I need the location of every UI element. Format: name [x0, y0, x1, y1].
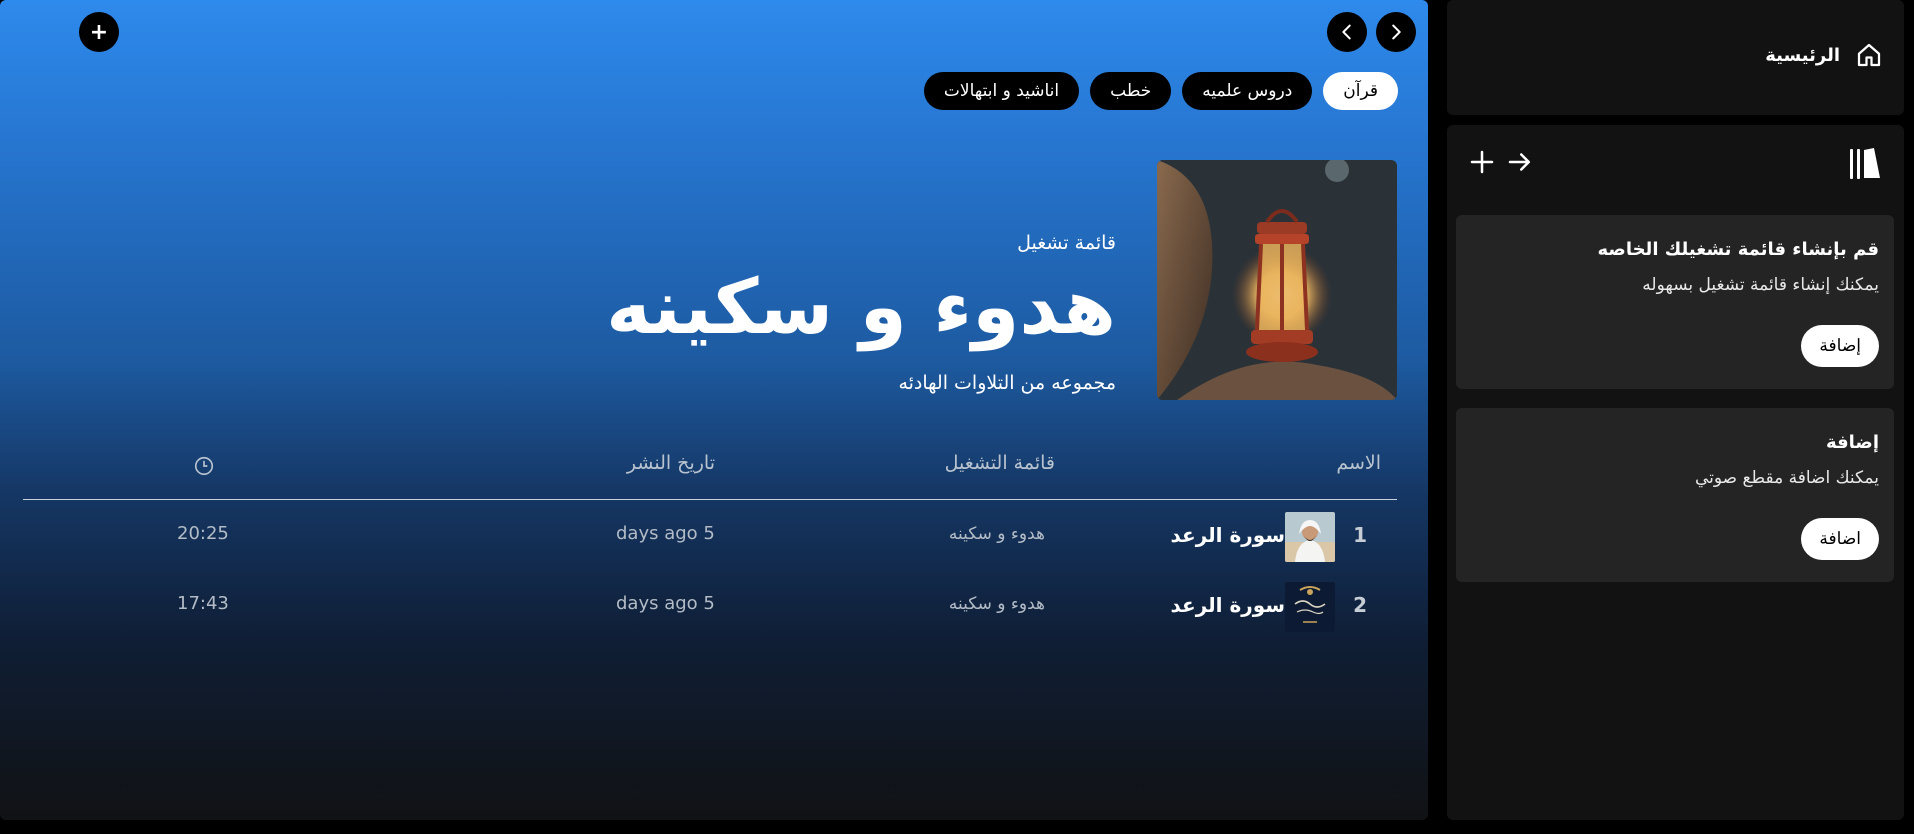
track-title: سورة الرعد [1170, 523, 1285, 547]
add-audio-card: إضافة يمكنك اضافة مقطع صوتي اضافة [1456, 408, 1894, 582]
column-header-duration [193, 455, 215, 482]
sidebar-nav: الرئيسية [1447, 0, 1904, 115]
create-playlist-card: قم بإنشاء قائمة تشغيلك الخاصه يمكنك إنشا… [1456, 215, 1894, 389]
back-button[interactable] [1327, 12, 1367, 52]
track-duration: 20:25 [177, 523, 229, 544]
plus-icon[interactable] [1467, 147, 1497, 177]
sidebar-item-home[interactable]: الرئيسية [1765, 40, 1884, 70]
track-number: 1 [1353, 523, 1367, 547]
card-subtitle: يمكنك اضافة مقطع صوتي [1694, 468, 1879, 488]
home-icon [1857, 43, 1881, 67]
track-duration: 17:43 [177, 593, 229, 614]
category-chips: قرآن دروس علميه خطب اناشيد و ابتهالات [923, 72, 1398, 110]
playlist-description: مجموعه من التلاوات الهادئه [898, 372, 1116, 394]
column-header-name: الاسم [1336, 452, 1381, 474]
track-playlist: هدوء و سكينه [948, 594, 1045, 614]
track-date: days ago 5 [616, 593, 715, 614]
create-playlist-button[interactable]: إضافة [1801, 325, 1879, 367]
sidebar-library: قم بإنشاء قائمة تشغيلك الخاصه يمكنك إنشا… [1447, 125, 1904, 820]
card-title: إضافة [1825, 432, 1879, 453]
track-title: سورة الرعد [1170, 593, 1285, 617]
column-header-playlist: قائمة التشغيل [944, 452, 1055, 474]
track-row[interactable]: 1 سورة الرعد هدوء و سكينه days ago 5 20:… [23, 508, 1397, 568]
card-subtitle: يمكنك إنشاء قائمة تشغيل بسهوله [1642, 275, 1879, 295]
table-header-divider [23, 499, 1397, 500]
home-label: الرئيسية [1765, 44, 1840, 66]
chip-nasheeds[interactable]: اناشيد و ابتهالات [923, 72, 1080, 110]
chip-sermons[interactable]: خطب [1090, 72, 1172, 110]
playlist-type-label: قائمة تشغيل [1017, 232, 1116, 254]
add-audio-button[interactable]: اضافة [1801, 518, 1879, 560]
clock-icon [194, 456, 214, 476]
chevron-left-icon [1342, 24, 1351, 40]
chip-quran[interactable]: قرآن [1323, 72, 1398, 110]
track-number: 2 [1353, 593, 1367, 617]
column-header-date: تاريخ النشر [626, 452, 715, 474]
track-playlist: هدوء و سكينه [948, 524, 1045, 544]
lantern-image [1157, 160, 1397, 400]
track-row[interactable]: 2 سورة الرعد هدوء و سكينه days ago 5 17:… [23, 578, 1397, 638]
plus-label: + [89, 19, 109, 45]
track-thumbnail [1285, 512, 1335, 562]
forward-button[interactable] [1376, 12, 1416, 52]
add-button[interactable]: + [79, 12, 119, 52]
chip-lessons[interactable]: دروس علميه [1182, 72, 1313, 110]
card-title: قم بإنشاء قائمة تشغيلك الخاصه [1597, 239, 1879, 260]
library-icon[interactable] [1846, 145, 1884, 183]
playlist-cover-image [1157, 160, 1397, 400]
playlist-title: هدوء و سكينه [606, 262, 1116, 351]
track-thumbnail [1285, 582, 1335, 632]
chevron-right-icon [1392, 24, 1401, 40]
main-panel: + قرآن دروس علميه خطب اناشيد و ابتهالات [0, 0, 1428, 820]
track-date: days ago 5 [616, 523, 715, 544]
arrow-right-icon[interactable] [1505, 147, 1535, 177]
